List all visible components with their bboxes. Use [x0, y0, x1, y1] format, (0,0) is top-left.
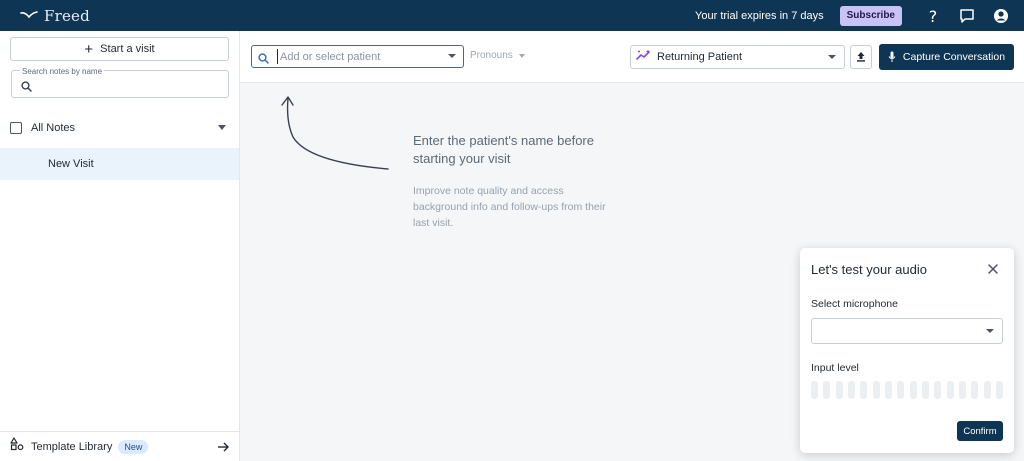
dialog-title: Let's test your audio — [811, 262, 927, 277]
new-badge: New — [118, 439, 149, 454]
template-library-link[interactable]: Template Library New — [0, 431, 239, 461]
input-level-bar — [872, 381, 880, 399]
all-notes-checkbox[interactable] — [10, 122, 22, 134]
microphone-label: Select microphone — [811, 298, 898, 310]
subscribe-button[interactable]: Subscribe — [839, 5, 902, 26]
visit-type-select[interactable]: Returning Patient — [630, 45, 845, 69]
note-list-item-label: New Visit — [48, 158, 94, 170]
empty-state-title: Enter the patient's name before starting… — [413, 133, 594, 166]
chat-icon[interactable] — [950, 0, 984, 31]
pronouns-select[interactable]: Pronouns — [470, 50, 525, 61]
input-level-bar — [946, 381, 954, 399]
brand[interactable]: Freed — [20, 7, 90, 25]
patient-input[interactable] — [277, 49, 437, 64]
sparkle-trend-icon — [636, 48, 652, 66]
plus-icon: + — [84, 40, 94, 58]
chevron-down-icon — [518, 53, 525, 58]
input-level-bar — [958, 381, 966, 399]
input-level-bar — [835, 381, 843, 399]
input-level-label: Input level — [811, 362, 859, 374]
input-level-bar — [884, 381, 892, 399]
upload-button[interactable] — [850, 45, 872, 69]
chevron-down-icon — [986, 329, 994, 333]
upload-icon — [856, 50, 866, 65]
account-icon[interactable] — [984, 0, 1018, 31]
audio-test-dialog: Let's test your audio Select microphone … — [800, 248, 1014, 453]
input-level-bar — [823, 381, 831, 399]
input-level-bar — [860, 381, 868, 399]
input-level-bar — [971, 381, 979, 399]
input-level-bar — [897, 381, 905, 399]
note-list-item[interactable]: New Visit — [0, 148, 239, 180]
chevron-down-icon[interactable] — [448, 54, 456, 58]
microphone-icon — [888, 51, 896, 62]
svg-text:?: ? — [929, 8, 938, 24]
start-visit-button[interactable]: + Start a visit — [10, 37, 229, 61]
shapes-icon — [10, 437, 24, 456]
microphone-select[interactable] — [811, 318, 1003, 344]
search-icon — [21, 79, 32, 97]
hand-drawn-arrow-icon — [278, 92, 393, 177]
input-level-bar — [921, 381, 929, 399]
input-level-bar — [909, 381, 917, 399]
input-level-bar — [811, 381, 818, 399]
start-visit-label: Start a visit — [100, 43, 155, 55]
search-icon — [258, 51, 269, 69]
input-level-meter — [811, 381, 1003, 399]
close-icon[interactable] — [986, 262, 1000, 276]
input-level-bar — [847, 381, 855, 399]
chevron-down-icon[interactable] — [218, 125, 226, 130]
input-level-bar — [983, 381, 991, 399]
confirm-button[interactable]: Confirm — [957, 421, 1003, 441]
help-icon[interactable]: ? — [916, 0, 950, 31]
capture-conversation-button[interactable]: Capture Conversation — [879, 44, 1014, 70]
arrow-right-icon[interactable] — [217, 440, 229, 458]
visit-type-label: Returning Patient — [657, 51, 742, 63]
input-level-bar — [934, 381, 942, 399]
input-level-bar — [995, 381, 1003, 399]
chevron-down-icon — [828, 55, 836, 59]
pronouns-label: Pronouns — [470, 50, 513, 61]
capture-conversation-label: Capture Conversation — [902, 51, 1006, 63]
freed-logo-icon — [20, 10, 38, 21]
visit-toolbar: Pronouns Returning Patient Capture Conve… — [240, 31, 1024, 83]
sidebar: + Start a visit Search notes by name All… — [0, 31, 240, 461]
search-notes-label: Search notes by name — [20, 67, 105, 76]
empty-state-body: Improve note quality and access backgrou… — [413, 185, 606, 229]
patient-select[interactable] — [251, 45, 464, 68]
top-bar: Freed Your trial expires in 7 days Subsc… — [0, 0, 1024, 31]
brand-name: Freed — [44, 6, 90, 25]
trial-notice: Your trial expires in 7 days — [695, 9, 824, 22]
all-notes-label: All Notes — [31, 122, 76, 134]
search-notes-field[interactable]: Search notes by name — [11, 67, 229, 98]
all-notes-filter[interactable]: All Notes — [10, 120, 230, 136]
template-library-label: Template Library — [31, 440, 113, 453]
